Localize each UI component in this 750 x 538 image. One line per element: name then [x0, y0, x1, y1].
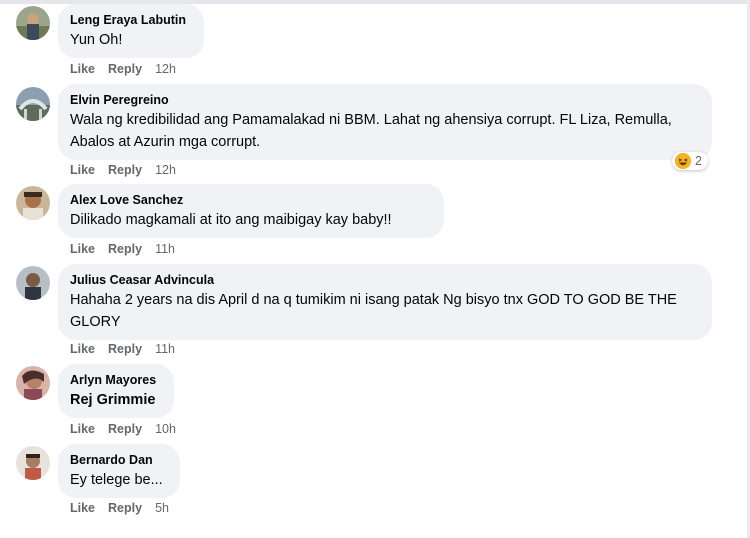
haha-icon: [675, 153, 691, 169]
comment-bubble: Arlyn Mayores Rej Grimmie: [58, 364, 174, 418]
reaction-summary[interactable]: 2: [672, 152, 708, 170]
comment-actions: Like Reply 12h: [70, 163, 176, 177]
comment-text: Yun Oh!: [70, 32, 123, 48]
avatar[interactable]: [16, 186, 50, 220]
comment-bubble: Alex Love Sanchez Dilikado magkamali at …: [58, 184, 444, 238]
reply-button[interactable]: Reply: [108, 242, 142, 256]
comment-actions: Like Reply 11h: [70, 242, 175, 256]
comment-author[interactable]: Julius Ceasar Advincula: [70, 272, 700, 288]
comment-author[interactable]: Elvin Peregreino: [70, 92, 700, 108]
comment-actions: Like Reply 11h: [70, 342, 175, 356]
avatar[interactable]: [16, 6, 50, 40]
comment-text: Dilikado magkamali at ito ang maibigay k…: [70, 212, 392, 228]
comment-time[interactable]: 12h: [155, 62, 176, 76]
comment-time[interactable]: 10h: [155, 422, 176, 436]
like-button[interactable]: Like: [70, 242, 95, 256]
comment-author[interactable]: Arlyn Mayores: [70, 372, 162, 388]
comment-bubble: Bernardo Dan Ey telege be...: [58, 444, 180, 498]
avatar[interactable]: [16, 446, 50, 480]
comment-time[interactable]: 11h: [155, 342, 175, 356]
comment-time[interactable]: 12h: [155, 163, 176, 177]
reply-button[interactable]: Reply: [108, 501, 142, 515]
like-button[interactable]: Like: [70, 62, 95, 76]
avatar[interactable]: [16, 366, 50, 400]
comment-time[interactable]: 5h: [155, 501, 169, 515]
comment-author[interactable]: Leng Eraya Labutin: [70, 12, 192, 28]
reply-button[interactable]: Reply: [108, 163, 142, 177]
like-button[interactable]: Like: [70, 342, 95, 356]
reply-button[interactable]: Reply: [108, 342, 142, 356]
comment-author[interactable]: Alex Love Sanchez: [70, 192, 432, 208]
comment-bubble: Leng Eraya Labutin Yun Oh!: [58, 4, 204, 58]
mention-link[interactable]: Rej Grimmie: [70, 389, 162, 411]
reaction-count: 2: [695, 154, 702, 168]
comment-text: Ey telege be...: [70, 472, 163, 488]
comment-actions: Like Reply 5h: [70, 501, 169, 515]
comment-text: Wala ng kredibilidad ang Pamamalakad ni …: [70, 112, 672, 150]
comment-actions: Like Reply 12h: [70, 62, 176, 76]
comment-actions: Like Reply 10h: [70, 422, 176, 436]
comment-time[interactable]: 11h: [155, 242, 175, 256]
like-button[interactable]: Like: [70, 163, 95, 177]
avatar[interactable]: [16, 87, 50, 121]
like-button[interactable]: Like: [70, 501, 95, 515]
comment-text: Hahaha 2 years na dis April d na q tumik…: [70, 292, 677, 330]
avatar[interactable]: [16, 266, 50, 300]
comment-bubble: Julius Ceasar Advincula Hahaha 2 years n…: [58, 264, 712, 340]
like-button[interactable]: Like: [70, 422, 95, 436]
comment-author[interactable]: Bernardo Dan: [70, 452, 168, 468]
comment-bubble: Elvin Peregreino Wala ng kredibilidad an…: [58, 84, 712, 160]
reply-button[interactable]: Reply: [108, 422, 142, 436]
reply-button[interactable]: Reply: [108, 62, 142, 76]
